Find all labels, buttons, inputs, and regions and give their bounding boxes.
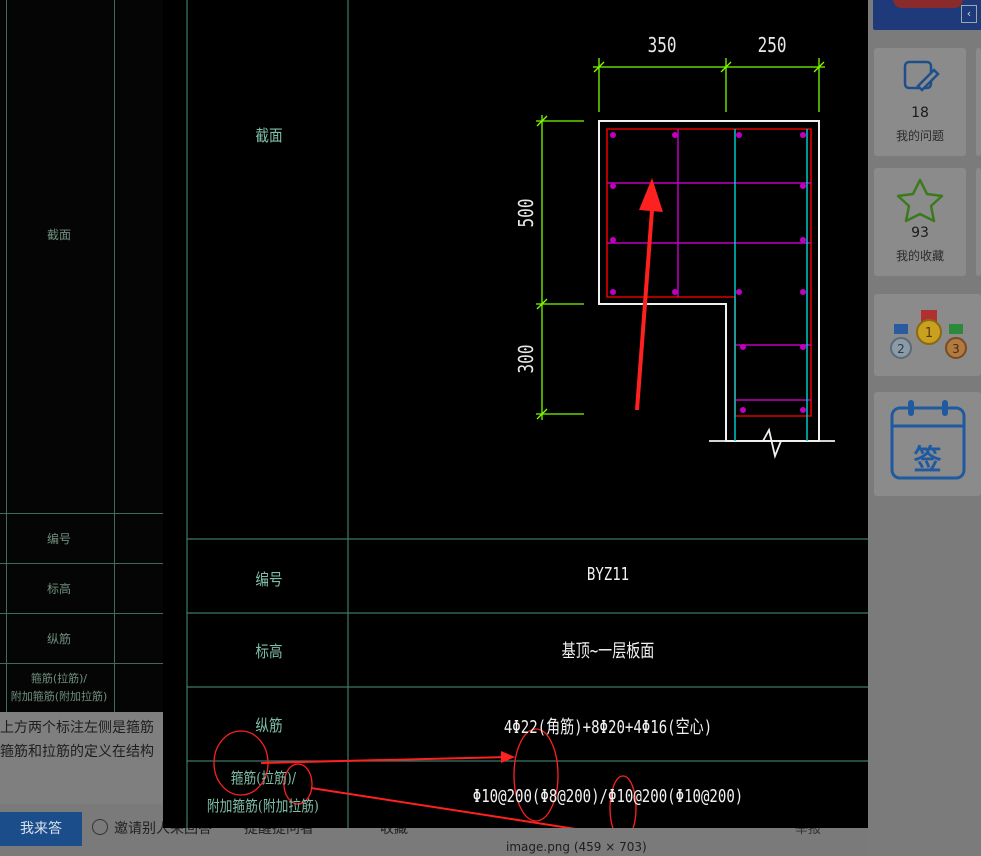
cad-grid-line <box>0 663 163 664</box>
cad-grid-line <box>0 613 163 614</box>
my-questions-card[interactable]: 18 我的问题 <box>874 48 966 156</box>
sidebar-card-edge <box>976 48 981 156</box>
row-label-stirrup-add: 附加箍筋(附加拉筋) <box>206 797 319 815</box>
question-line: 箍筋和拉筋的定义在结构 <box>0 744 154 760</box>
bg-label-id: 编号 <box>46 532 71 546</box>
svg-text:2: 2 <box>897 342 905 356</box>
my-questions-label: 我的问题 <box>895 129 944 143</box>
background-cad-drawing: 截面 编号 标高 纵筋 箍筋(拉筋)/ 附加箍筋(附加拉筋) <box>0 0 163 712</box>
row-label-long-bar: 纵筋 <box>255 716 283 735</box>
svg-text:3: 3 <box>952 342 960 356</box>
bg-label-stirrup-add: 附加箍筋(附加拉筋) <box>10 690 108 703</box>
my-favorites-count: 93 <box>911 225 929 241</box>
sign-in-card[interactable]: 签 <box>874 392 981 496</box>
banner-pill <box>893 0 963 8</box>
my-questions-count: 18 <box>911 105 929 121</box>
row-label-stirrup: 箍筋(拉筋)/ <box>230 769 297 787</box>
section-outline <box>598 120 820 442</box>
cad-grid-line <box>0 563 163 564</box>
ties <box>734 129 808 441</box>
dim-left-top: 500 <box>514 198 539 228</box>
dimension-lines <box>536 58 825 420</box>
image-caption: image.png (459 × 703) <box>506 840 647 854</box>
value-id: BYZ11 <box>586 564 630 585</box>
value-stirrup: Φ10@200(Φ8@200)/Φ10@200(Φ10@200) <box>472 786 744 807</box>
row-label-id: 编号 <box>255 570 283 589</box>
image-viewer[interactable]: 350 250 500 300 截面 编号 标高 纵筋 箍筋(拉筋)/ 附加箍筋… <box>163 0 868 828</box>
value-elevation: 基顶~一层板面 <box>561 641 655 662</box>
value-long-bar: 4Φ22(角筋)+8Φ20+4Φ16(空心) <box>503 717 713 738</box>
dim-top-right: 250 <box>757 33 787 57</box>
collapse-icon[interactable]: ‹ <box>961 5 977 23</box>
medals-card[interactable]: 2 1 3 <box>874 294 981 376</box>
bg-label-stirrup: 箍筋(拉筋)/ <box>30 672 88 685</box>
cad-grid-line <box>6 0 7 712</box>
cad-grid-line <box>114 0 115 712</box>
my-favorites-label: 我的收藏 <box>895 249 944 263</box>
my-favorites-card[interactable]: 93 我的收藏 <box>874 168 966 276</box>
sidebar-banner: ‹ <box>873 0 981 30</box>
sidebar-card-edge <box>976 168 981 276</box>
bg-label-elevation: 标高 <box>46 582 71 596</box>
sign-label: 签 <box>913 443 942 476</box>
break-line <box>709 427 835 460</box>
question-text-fragment: 上方两个标注左侧是箍筋 箍筋和拉筋的定义在结构 <box>0 712 163 804</box>
user-icon <box>92 819 108 835</box>
row-label-elevation: 标高 <box>255 642 283 661</box>
dim-top-left: 350 <box>647 33 677 57</box>
answer-button[interactable]: 我来答 <box>0 812 82 846</box>
bg-label-section: 截面 <box>46 228 71 242</box>
question-line: 上方两个标注左侧是箍筋 <box>0 720 154 736</box>
rebar-outline <box>606 128 812 417</box>
medals-icon: 2 1 3 <box>890 310 967 359</box>
cad-grid-line <box>0 513 163 514</box>
dim-left-bottom: 300 <box>514 344 539 374</box>
annotation-arrow <box>635 178 663 411</box>
stirrups <box>607 129 811 401</box>
bg-label-long-bar: 纵筋 <box>46 632 71 646</box>
row-label-section: 截面 <box>255 126 283 145</box>
svg-text:1: 1 <box>925 326 933 341</box>
